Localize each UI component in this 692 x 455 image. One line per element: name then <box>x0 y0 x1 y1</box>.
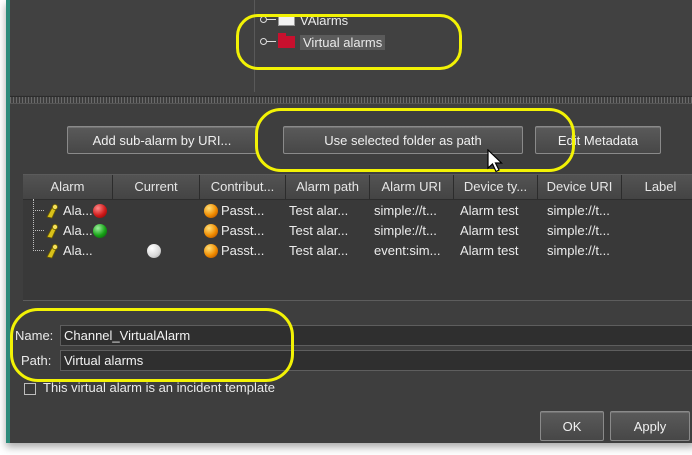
alarm-key-icon <box>46 224 58 239</box>
status-green-icon <box>93 224 107 238</box>
table-header: Alarm Current Contribut... Alarm path Al… <box>23 175 692 200</box>
column-header-current[interactable]: Current <box>113 175 200 199</box>
virtual-alarm-dialog: VAlarms Virtual alarms Add sub-alarm by … <box>6 0 692 443</box>
cell-alarm-uri: simple://t... <box>374 203 437 218</box>
cell-alarm-path: Test alar... <box>289 243 349 258</box>
contribution-orange-icon <box>204 244 218 258</box>
incident-template-label: This virtual alarm is an incident templa… <box>43 380 275 395</box>
cell-alarm-uri: simple://t... <box>374 223 437 238</box>
name-label: Name: <box>15 328 54 343</box>
folder-icon <box>278 14 295 26</box>
alarm-key-icon <box>46 204 58 219</box>
alarm-key-icon <box>46 244 58 259</box>
cell-alarm: Ala... <box>63 223 93 238</box>
column-header-device-uri[interactable]: Device URI <box>538 175 622 199</box>
table-row[interactable]: Ala... Passt... Test alar... simple://t.… <box>23 201 692 221</box>
cell-alarm: Ala... <box>63 243 93 258</box>
cell-device-type: Alarm test <box>460 223 519 238</box>
cell-device-type: Alarm test <box>460 203 519 218</box>
cell-device-uri: simple://t... <box>547 203 610 218</box>
column-header-label[interactable]: Label <box>622 175 692 199</box>
path-label: Path: <box>21 353 52 368</box>
folder-tree-pane: VAlarms Virtual alarms <box>10 0 692 95</box>
table-row[interactable]: Ala... Passt... Test alar... event:sim..… <box>23 241 692 261</box>
cell-device-type: Alarm test <box>460 243 519 258</box>
column-header-alarm[interactable]: Alarm <box>23 175 113 199</box>
cell-contribution: Passt... <box>221 203 265 218</box>
cell-contribution: Passt... <box>221 243 265 258</box>
ok-button[interactable]: OK <box>540 411 604 441</box>
cell-alarm-uri: event:sim... <box>374 243 441 258</box>
tree-item-valarms[interactable]: VAlarms <box>260 10 348 30</box>
add-sub-alarm-button[interactable]: Add sub-alarm by URI... <box>67 126 257 154</box>
sub-alarm-table: Alarm Current Contribut... Alarm path Al… <box>23 174 692 301</box>
tree-item-label: Virtual alarms <box>300 34 386 50</box>
folder-icon <box>278 33 295 48</box>
status-white-icon <box>147 244 161 258</box>
cell-device-uri: simple://t... <box>547 223 610 238</box>
cell-alarm-path: Test alar... <box>289 203 349 218</box>
tree-expand-icon[interactable] <box>260 36 276 48</box>
incident-template-checkbox[interactable] <box>24 383 36 395</box>
pane-splitter[interactable] <box>10 96 692 104</box>
cell-contribution: Passt... <box>221 223 265 238</box>
column-header-device-type[interactable]: Device ty... <box>454 175 538 199</box>
contribution-orange-icon <box>204 224 218 238</box>
cell-alarm-path: Test alar... <box>289 223 349 238</box>
contribution-orange-icon <box>204 204 218 218</box>
column-header-contribution[interactable]: Contribut... <box>200 175 286 199</box>
column-header-alarm-path[interactable]: Alarm path <box>286 175 370 199</box>
path-field[interactable] <box>60 350 692 371</box>
status-red-icon <box>93 204 107 218</box>
apply-button[interactable]: Apply <box>610 411 690 441</box>
tree-expand-icon[interactable] <box>260 14 276 26</box>
table-row[interactable]: Ala... Passt... Test alar... simple://t.… <box>23 221 692 241</box>
tree-item-label: VAlarms <box>300 12 349 28</box>
mouse-pointer-icon <box>487 149 503 173</box>
edit-metadata-button[interactable]: Edit Metadata <box>535 126 661 154</box>
cell-alarm: Ala... <box>63 203 93 218</box>
name-field[interactable] <box>60 325 692 346</box>
divider <box>23 300 692 301</box>
tree-item-virtual-alarms[interactable]: Virtual alarms <box>260 32 386 52</box>
left-panel <box>24 0 255 92</box>
cell-device-uri: simple://t... <box>547 243 610 258</box>
column-header-alarm-uri[interactable]: Alarm URI <box>370 175 454 199</box>
